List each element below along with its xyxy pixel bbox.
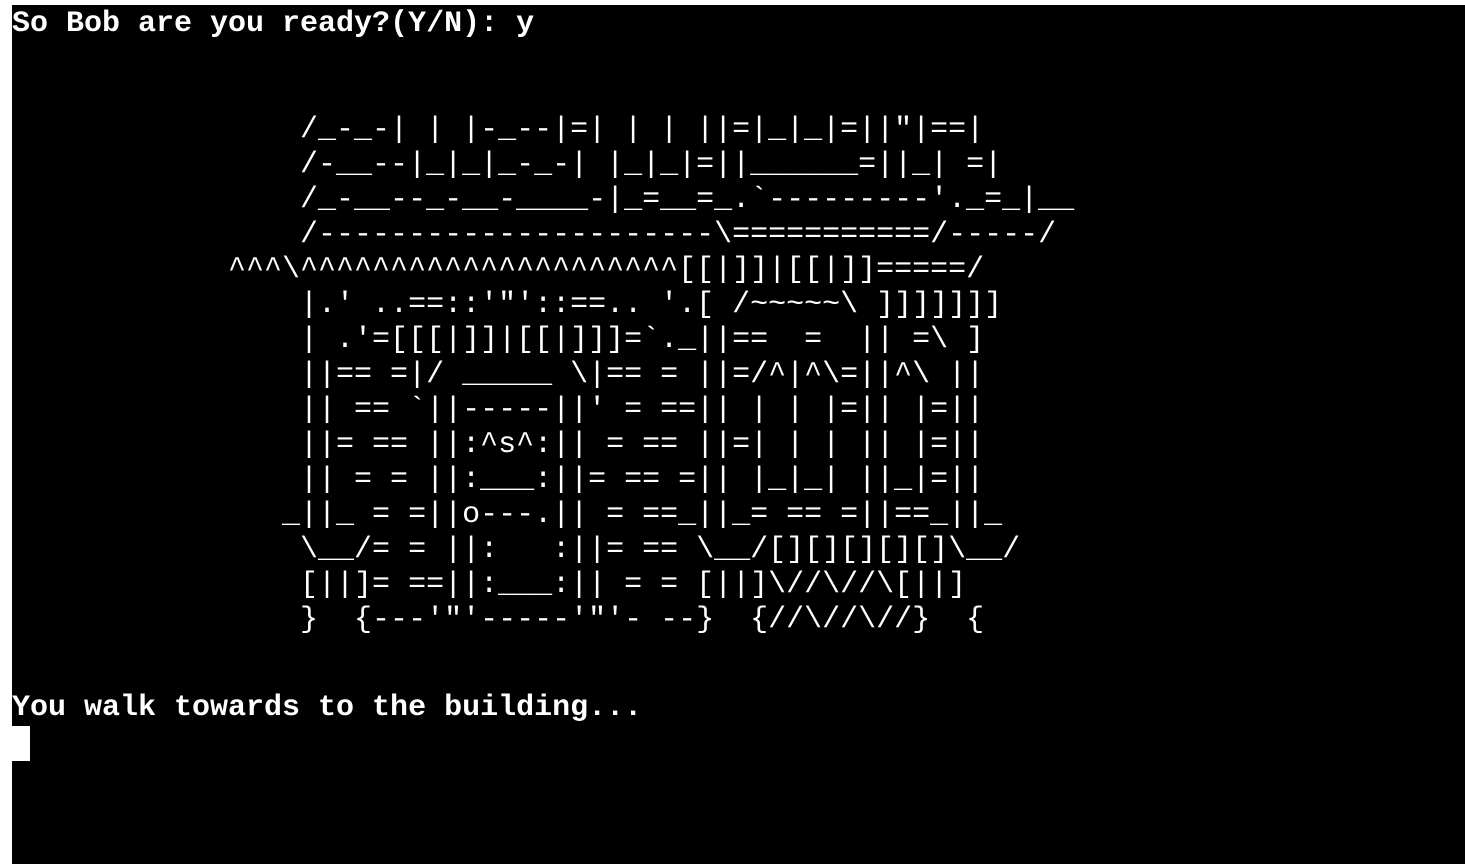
- ascii-art-line: _||_ = =||o---.|| = ==_||_= == =||==_||_: [12, 498, 1003, 532]
- ascii-art-line: } {---'"'-----'"'- --} {//\//\//} {: [12, 603, 985, 637]
- terminal-window[interactable]: So Bob are you ready?(Y/N): y /_-_-| | |…: [12, 5, 1465, 864]
- ascii-art-line: /_-_-| | |-_--|=| | | ||=|_|_|=||"|==|: [12, 113, 985, 147]
- ascii-art-line: |.' ..==::'"'::==.. '.[ /~~~~~\ ]]]]]]]: [12, 288, 1003, 322]
- ascii-art-line: /----------------------\===========/----…: [12, 218, 1057, 252]
- ascii-art-line: \__/= = ||: :||= == \__/[][][][][]\__/: [12, 533, 1021, 567]
- ascii-art-line: | .'=[[[|]]|[[|]]]=`._||== = || =\ ]: [12, 323, 985, 357]
- ascii-art-line: /_-__--_-__-____-|_=__=_.`---------'._=_…: [12, 183, 1075, 217]
- prompt-line: So Bob are you ready?(Y/N): y: [12, 7, 535, 41]
- ascii-art-line: [||]= ==||:___:|| = = [||]\//\//\[||]: [12, 568, 967, 602]
- ascii-art-line: ||== =|/ _____ \|== = ||=/^|^\=||^\ ||: [12, 358, 985, 392]
- ascii-art-line: ^^^\^^^^^^^^^^^^^^^^^^^^^[[|]]|[[|]]====…: [12, 253, 985, 287]
- ascii-art-line: || == `||-----||' = ==|| | | |=|| |=||: [12, 393, 985, 427]
- text-cursor[interactable]: [12, 726, 30, 761]
- ascii-art-line: /-__--|_|_|_-_-| |_|_|=||______=||_| =|: [12, 148, 1003, 182]
- ascii-art-line: ||= == ||:^s^:|| = == ||=| | | || |=||: [12, 428, 985, 462]
- output-line: You walk towards to the building...: [12, 691, 643, 725]
- ascii-art-line: || = = ||:___:||= == =|| |_|_| ||_|=||: [12, 463, 985, 497]
